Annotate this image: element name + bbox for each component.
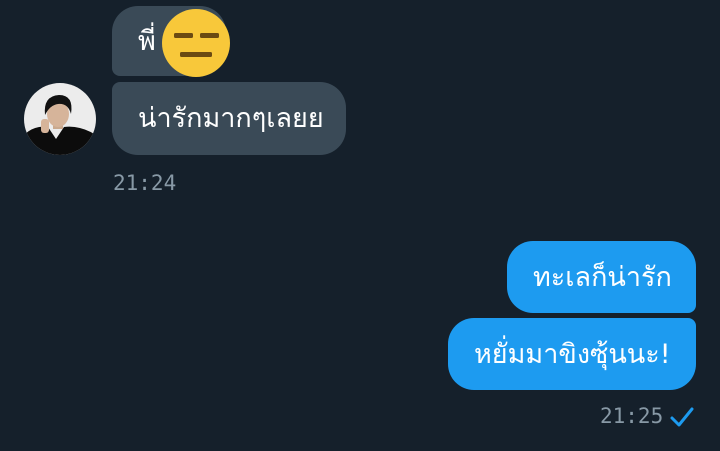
avatar-image: [24, 83, 96, 155]
message-text: ทะเลก็น่ารัก: [533, 261, 672, 293]
avatar[interactable]: [24, 83, 96, 155]
sent-check-icon: [670, 407, 694, 427]
incoming-message-bubble[interactable]: น่ารักมากๆเลยย: [112, 82, 346, 155]
expressionless-face-icon: [162, 9, 230, 77]
outgoing-message-bubble[interactable]: หยั่มมาขิงซุ้นนะ!: [448, 318, 696, 390]
outgoing-message-bubble[interactable]: ทะเลก็น่ารัก: [507, 241, 696, 313]
message-text: น่ารักมากๆเลยย: [138, 103, 324, 134]
message-timestamp: 21:24: [113, 171, 177, 195]
message-text: พี่: [138, 25, 156, 57]
message-text: หยั่มมาขิงซุ้นนะ!: [474, 338, 671, 370]
message-timestamp: 21:25: [600, 404, 664, 428]
